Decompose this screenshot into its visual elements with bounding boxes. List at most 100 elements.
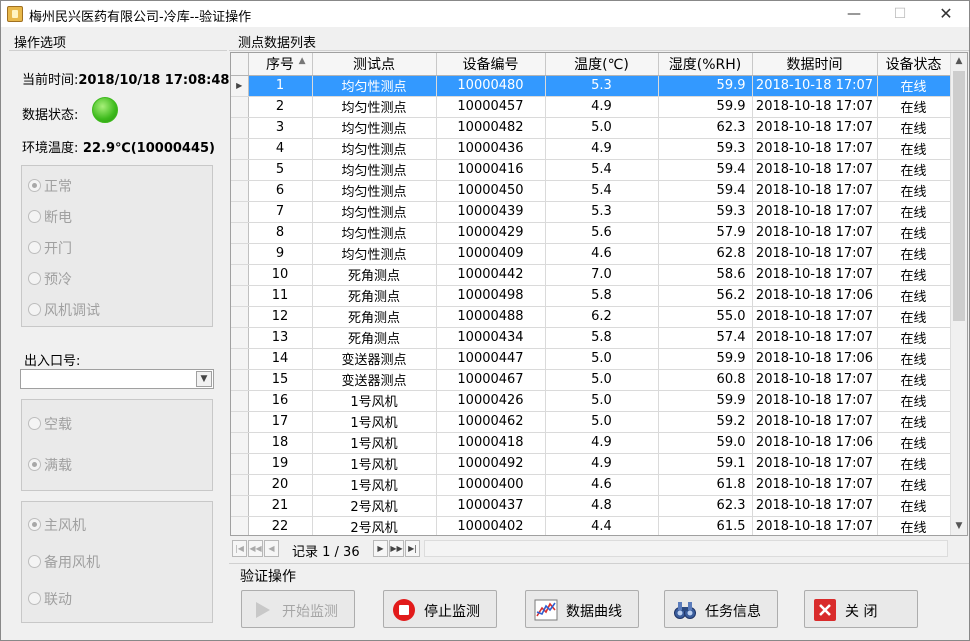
table-cell[interactable]: 59.1: [658, 453, 753, 475]
column-header-4[interactable]: 湿度(%RH): [658, 53, 753, 76]
row-header[interactable]: [231, 306, 249, 328]
table-cell[interactable]: 2018-10-18 17:06: [752, 348, 878, 370]
table-cell[interactable]: 在线: [877, 306, 951, 328]
table-cell[interactable]: 2018-10-18 17:07: [752, 369, 878, 391]
table-cell[interactable]: 9: [248, 243, 313, 265]
table-cell[interactable]: 5.0: [545, 390, 659, 412]
table-cell[interactable]: 57.4: [658, 327, 753, 349]
table-cell[interactable]: 59.9: [658, 96, 753, 118]
start-monitor-button[interactable]: 开始监测: [241, 590, 355, 628]
table-cell[interactable]: 4.9: [545, 432, 659, 454]
table-row[interactable]: 10 死角测点 10000442 7.0 58.6 2018-10-18 17:07 在线: [231, 264, 951, 286]
column-header-6[interactable]: 设备状态: [877, 53, 951, 76]
row-header[interactable]: [231, 285, 249, 307]
table-cell[interactable]: 2号风机: [312, 495, 437, 517]
maximize-button[interactable]: ☐: [877, 1, 923, 27]
table-cell[interactable]: 55.0: [658, 306, 753, 328]
table-cell[interactable]: 10000462: [436, 411, 546, 433]
table-cell[interactable]: 2018-10-18 17:06: [752, 285, 878, 307]
table-cell[interactable]: 在线: [877, 264, 951, 286]
table-cell[interactable]: 10000450: [436, 180, 546, 202]
table-row[interactable]: 17 1号风机 10000462 5.0 59.2 2018-10-18 17:07 在线: [231, 411, 951, 433]
table-cell[interactable]: 5.0: [545, 348, 659, 370]
table-cell[interactable]: 4.6: [545, 474, 659, 496]
table-cell[interactable]: 59.3: [658, 138, 753, 160]
chevron-down-icon[interactable]: ▼: [196, 371, 212, 387]
table-row[interactable]: 6 均匀性测点 10000450 5.4 59.4 2018-10-18 17:07 在线: [231, 180, 951, 202]
table-cell[interactable]: 59.9: [658, 390, 753, 412]
row-header[interactable]: [231, 117, 249, 139]
horizontal-scrollbar[interactable]: [424, 540, 948, 557]
table-cell[interactable]: 62.3: [658, 117, 753, 139]
table-cell[interactable]: 变送器测点: [312, 348, 437, 370]
table-cell[interactable]: 在线: [877, 348, 951, 370]
table-cell[interactable]: 在线: [877, 495, 951, 517]
column-header-3[interactable]: 温度(℃): [545, 53, 659, 76]
table-cell[interactable]: 3: [248, 117, 313, 139]
table-cell[interactable]: 2: [248, 96, 313, 118]
table-cell[interactable]: 2018-10-18 17:07: [752, 180, 878, 202]
table-row[interactable]: 11 死角测点 10000498 5.8 56.2 2018-10-18 17:06 在线: [231, 285, 951, 307]
table-cell[interactable]: 2018-10-18 17:07: [752, 390, 878, 412]
row-header[interactable]: [231, 348, 249, 370]
table-cell[interactable]: 10000447: [436, 348, 546, 370]
table-cell[interactable]: 10000467: [436, 369, 546, 391]
minimize-button[interactable]: —: [831, 1, 877, 27]
table-cell[interactable]: 均匀性测点: [312, 180, 437, 202]
table-row[interactable]: 3 均匀性测点 10000482 5.0 62.3 2018-10-18 17:07 在线: [231, 117, 951, 139]
table-cell[interactable]: 2018-10-18 17:07: [752, 75, 878, 97]
table-cell[interactable]: 均匀性测点: [312, 201, 437, 223]
row-header[interactable]: [231, 222, 249, 244]
table-cell[interactable]: 4: [248, 138, 313, 160]
table-cell[interactable]: 均匀性测点: [312, 159, 437, 181]
table-cell[interactable]: 5.3: [545, 201, 659, 223]
column-header-1[interactable]: 测试点: [312, 53, 437, 76]
data-curve-button[interactable]: 数据曲线: [525, 590, 639, 628]
table-row[interactable]: 22 2号风机 10000402 4.4 61.5 2018-10-18 17:07 在线: [231, 516, 951, 535]
table-row[interactable]: 9 均匀性测点 10000409 4.6 62.8 2018-10-18 17:07 在线: [231, 243, 951, 265]
table-cell[interactable]: 2018-10-18 17:07: [752, 327, 878, 349]
table-cell[interactable]: 5.4: [545, 180, 659, 202]
table-row[interactable]: 7 均匀性测点 10000439 5.3 59.3 2018-10-18 17:07 在线: [231, 201, 951, 223]
table-row[interactable]: 18 1号风机 10000418 4.9 59.0 2018-10-18 17:06 在线: [231, 432, 951, 454]
table-cell[interactable]: 10000442: [436, 264, 546, 286]
close-window-button[interactable]: ✕: [923, 1, 969, 27]
table-cell[interactable]: 2018-10-18 17:07: [752, 243, 878, 265]
table-cell[interactable]: 5.4: [545, 159, 659, 181]
table-cell[interactable]: 在线: [877, 327, 951, 349]
table-cell[interactable]: 1号风机: [312, 474, 437, 496]
table-cell[interactable]: 2018-10-18 17:07: [752, 474, 878, 496]
table-cell[interactable]: 在线: [877, 117, 951, 139]
table-cell[interactable]: 10000402: [436, 516, 546, 535]
data-grid[interactable]: 序号 ▲ 测试点 设备编号 温度(℃) 湿度(%RH) 数据时间 设备状态 ▶ 1 均匀性测点 10…: [230, 52, 968, 536]
column-header-5[interactable]: 数据时间: [752, 53, 878, 76]
row-header[interactable]: [231, 432, 249, 454]
table-cell[interactable]: 均匀性测点: [312, 222, 437, 244]
row-header[interactable]: [231, 390, 249, 412]
next-page-icon[interactable]: ▶▶: [389, 540, 404, 557]
table-cell[interactable]: 10000400: [436, 474, 546, 496]
table-cell[interactable]: 4.8: [545, 495, 659, 517]
table-cell[interactable]: 61.5: [658, 516, 753, 535]
table-cell[interactable]: 4.9: [545, 453, 659, 475]
table-cell[interactable]: 死角测点: [312, 327, 437, 349]
table-row[interactable]: 8 均匀性测点 10000429 5.6 57.9 2018-10-18 17:07 在线: [231, 222, 951, 244]
table-cell[interactable]: 5.0: [545, 117, 659, 139]
table-row[interactable]: 13 死角测点 10000434 5.8 57.4 2018-10-18 17:07 在线: [231, 327, 951, 349]
table-row[interactable]: 4 均匀性测点 10000436 4.9 59.3 2018-10-18 17:07 在线: [231, 138, 951, 160]
table-cell[interactable]: 2018-10-18 17:07: [752, 138, 878, 160]
table-cell[interactable]: 10000439: [436, 201, 546, 223]
table-cell[interactable]: 2018-10-18 17:07: [752, 117, 878, 139]
table-cell[interactable]: 6.2: [545, 306, 659, 328]
table-row[interactable]: 21 2号风机 10000437 4.8 62.3 2018-10-18 17:07 在线: [231, 495, 951, 517]
row-header[interactable]: [231, 474, 249, 496]
table-cell[interactable]: 17: [248, 411, 313, 433]
table-cell[interactable]: 57.9: [658, 222, 753, 244]
row-header[interactable]: [231, 159, 249, 181]
table-cell[interactable]: 10000418: [436, 432, 546, 454]
vertical-scrollbar[interactable]: ▲ ▼: [950, 53, 967, 535]
row-header[interactable]: [231, 180, 249, 202]
table-cell[interactable]: 在线: [877, 96, 951, 118]
table-cell[interactable]: 58.6: [658, 264, 753, 286]
stop-monitor-button[interactable]: 停止监测: [383, 590, 497, 628]
